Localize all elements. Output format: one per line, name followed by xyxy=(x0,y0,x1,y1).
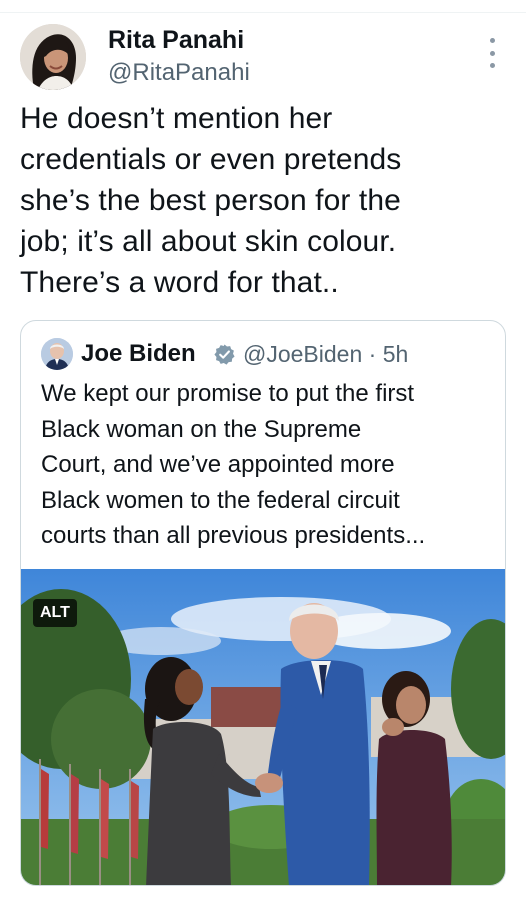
quoted-author-avatar[interactable] xyxy=(41,338,73,370)
tweet: Rita Panahi @RitaPanahi He doesn’t menti… xyxy=(0,0,526,905)
author-name[interactable]: Rita Panahi xyxy=(108,25,244,55)
author-handle[interactable]: @RitaPanahi xyxy=(108,58,250,88)
author-avatar-image xyxy=(20,24,86,90)
quoted-tweet-text: We kept our promise to put the first Bla… xyxy=(41,380,426,549)
quoted-author-name[interactable]: Joe Biden xyxy=(81,339,196,369)
quoted-tweet-card[interactable]: Joe Biden @JoeBiden · 5h We kept our pro… xyxy=(20,320,506,886)
quoted-tweet-photo-image xyxy=(21,569,505,885)
more-vertical-icon-dot xyxy=(489,63,495,68)
more-options-button[interactable] xyxy=(484,38,500,68)
more-vertical-icon xyxy=(489,38,495,43)
tweet-text: He doesn’t mention her credentials or ev… xyxy=(20,102,402,299)
author-avatar[interactable] xyxy=(20,24,86,90)
verified-badge-icon xyxy=(214,344,235,365)
quoted-author-avatar-image xyxy=(41,338,73,370)
quoted-author-handle-time[interactable]: @JoeBiden · 5h xyxy=(243,339,408,369)
alt-text-badge[interactable]: ALT xyxy=(33,599,77,627)
more-vertical-icon-dot xyxy=(489,50,495,56)
quoted-tweet-photo[interactable] xyxy=(21,569,505,885)
